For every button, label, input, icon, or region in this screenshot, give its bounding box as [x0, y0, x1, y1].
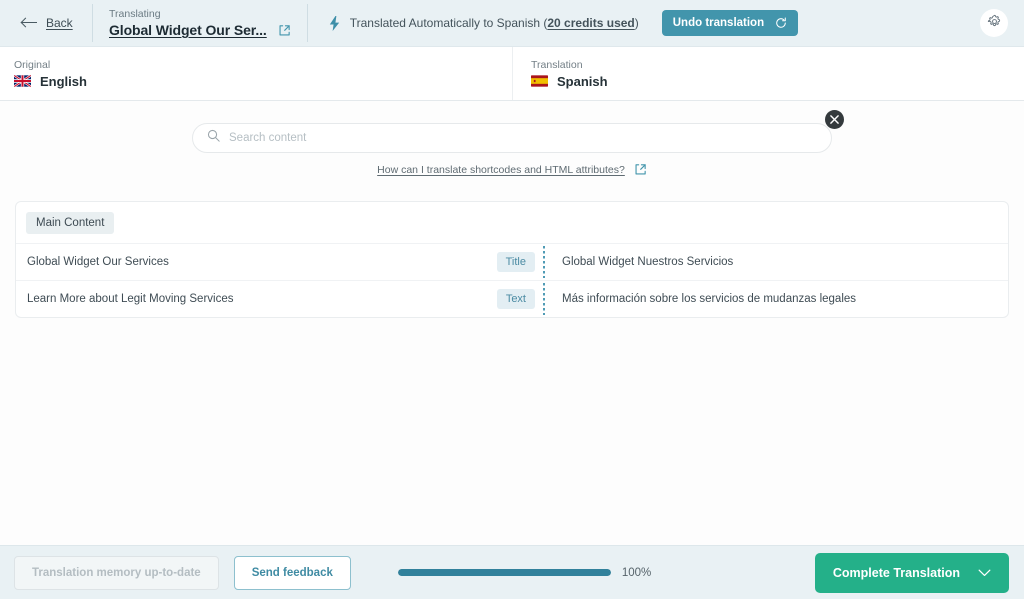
flag-uk-icon [14, 75, 31, 87]
segment-type-cell: Title [473, 244, 537, 280]
segment-type-cell: Text [473, 281, 537, 317]
translation-language-name: Spanish [557, 73, 608, 89]
progress-percent-label: 100% [621, 566, 652, 579]
row-divider [537, 244, 550, 280]
status-text: Translated Automatically to Spanish (20 … [350, 16, 639, 30]
undo-button-label: Undo translation [672, 17, 765, 29]
undo-translation-button[interactable]: Undo translation [661, 10, 799, 36]
app-header: Back Translating Global Widget Our Ser..… [0, 0, 1024, 47]
translation-language-column: Translation Spanish [512, 47, 1024, 100]
document-title[interactable]: Global Widget Our Ser... [109, 22, 267, 38]
target-text[interactable]: Más información sobre los servicios de m… [550, 281, 1008, 317]
source-text: Global Widget Our Services [27, 256, 169, 268]
send-feedback-button[interactable]: Send feedback [233, 555, 351, 590]
close-search-button[interactable] [825, 110, 844, 129]
progress-bar-fill [397, 569, 611, 576]
source-text: Learn More about Legit Moving Services [27, 293, 234, 305]
complete-translation-button[interactable]: Complete Translation [814, 552, 1009, 593]
table-row[interactable]: Learn More about Legit Moving Services T… [16, 280, 1008, 317]
external-link-icon[interactable] [634, 163, 647, 176]
table-row[interactable]: Global Widget Our Services Title Global … [16, 243, 1008, 280]
gear-icon [987, 14, 1002, 32]
chevron-down-icon [978, 569, 991, 577]
back-label: Back [46, 16, 73, 30]
translation-memory-button: Translation memory up-to-date [14, 555, 219, 590]
original-language-column: Original English [0, 47, 512, 100]
undo-rotate-icon [775, 17, 787, 29]
original-caption: Original [14, 58, 51, 71]
translation-caption: Translation [531, 58, 583, 71]
settings-button[interactable] [980, 9, 1008, 37]
status-badge: Title [496, 252, 535, 272]
search-area [192, 110, 844, 153]
status-text-before: Translated Automatically to Spanish ( [349, 16, 548, 30]
flag-spain-icon [531, 75, 548, 87]
help-row: How can I translate shortcodes and HTML … [0, 163, 1024, 176]
row-divider [537, 281, 550, 317]
search-input[interactable] [229, 132, 817, 144]
status-badge: Text [496, 289, 535, 309]
lightning-bolt-icon [328, 15, 341, 31]
target-text[interactable]: Global Widget Nuestros Servicios [550, 244, 1008, 280]
dotted-line-icon [542, 283, 545, 315]
translation-status: Translated Automatically to Spanish (20 … [308, 10, 799, 36]
complete-translation-label: Complete Translation [832, 565, 960, 580]
close-icon [830, 112, 839, 127]
search-box[interactable] [192, 123, 832, 153]
search-icon [207, 129, 220, 147]
progress-bar [397, 569, 611, 576]
original-language-name: English [40, 73, 87, 89]
content-tabs: Main Content [16, 202, 1008, 243]
shortcodes-help-link[interactable]: How can I translate shortcodes and HTML … [377, 164, 625, 176]
external-link-icon[interactable] [278, 24, 291, 37]
progress-area: 100% [397, 566, 652, 579]
translating-caption: Translating [109, 8, 161, 20]
tab-main-content[interactable]: Main Content [26, 212, 115, 234]
content-card: Main Content Global Widget Our Services … [15, 201, 1009, 318]
status-text-after: ) [634, 16, 639, 30]
main-content-area: How can I translate shortcodes and HTML … [0, 101, 1024, 599]
language-bar: Original English Translation Spanish [0, 47, 1024, 101]
translating-info: Translating Global Widget Our Ser... [93, 0, 291, 47]
credits-used-link[interactable]: 20 credits used [547, 16, 634, 30]
dotted-line-icon [542, 246, 545, 278]
footer-toolbar: Translation memory up-to-date Send feedb… [0, 545, 1024, 599]
back-button[interactable]: Back [0, 16, 92, 30]
arrow-left-icon [22, 18, 38, 28]
